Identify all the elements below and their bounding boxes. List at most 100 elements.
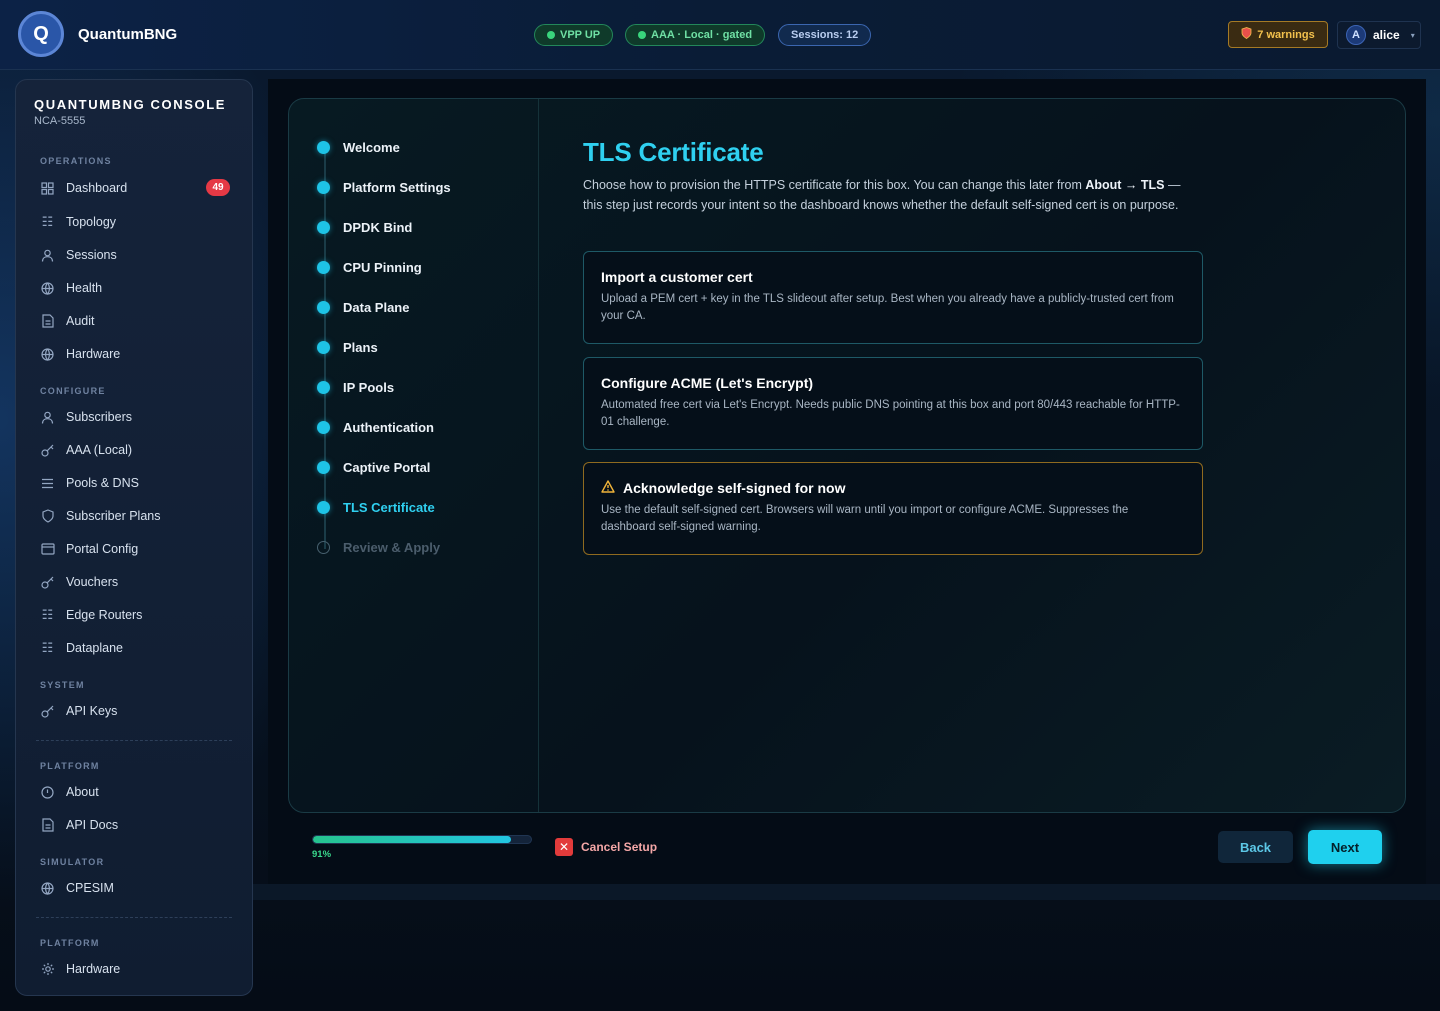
gear-icon <box>40 962 55 977</box>
wizard-step-label: Platform Settings <box>343 179 451 195</box>
wizard-step[interactable]: CPU Pinning <box>317 258 422 276</box>
wizard-step[interactable]: DPDK Bind <box>317 218 412 236</box>
wizard-step[interactable]: Welcome <box>317 138 400 156</box>
app-logo[interactable]: Q <box>18 11 64 57</box>
aaa-status-pill[interactable]: AAA · Local · gated <box>625 24 766 46</box>
globe-icon <box>40 881 55 896</box>
wizard-step-label: Review & Apply <box>343 539 441 555</box>
vpp-status-pill[interactable]: VPP UP <box>534 24 614 46</box>
wizard-step-label: CPU Pinning <box>343 259 422 275</box>
sidebar-item-subscriber-plans[interactable]: Subscriber Plans <box>40 505 230 527</box>
user-icon <box>40 410 55 425</box>
warnings-button[interactable]: 7 warnings <box>1228 21 1328 48</box>
sidebar-item-label: API Keys <box>66 704 118 718</box>
step-complete-icon <box>317 300 330 314</box>
wizard-step-label: Data Plane <box>343 299 410 315</box>
wizard-step[interactable]: TLS Certificate <box>317 498 435 516</box>
sidebar-item-vouchers[interactable]: Vouchers <box>40 571 230 593</box>
setup-progress-bar <box>312 835 532 844</box>
wizard-step[interactable]: Platform Settings <box>317 178 451 196</box>
sidebar-item-topology[interactable]: ☷ Topology <box>40 211 230 233</box>
back-button[interactable]: Back <box>1218 831 1293 863</box>
sidebar-item-api-docs[interactable]: API Docs <box>40 814 230 836</box>
app-name: QuantumBNG <box>78 26 178 43</box>
sidebar-item-portal-config[interactable]: Portal Config <box>40 538 230 560</box>
footer-strip <box>253 884 1440 900</box>
option-description: Automated free cert via Let's Encrypt. N… <box>601 399 1180 428</box>
status-dot-icon <box>638 31 646 39</box>
console-title: QUANTUMBNG CONSOLE <box>34 97 227 112</box>
sidebar-item-audit[interactable]: Audit <box>40 310 230 332</box>
sidebar-item-sessions[interactable]: Sessions <box>40 244 230 266</box>
status-dot-icon <box>547 31 555 39</box>
alert-count-badge: 49 <box>206 179 230 196</box>
document-icon <box>40 818 55 833</box>
step-complete-icon <box>317 420 330 434</box>
sidebar-item-about[interactable]: About <box>40 781 230 803</box>
step-complete-icon <box>317 460 330 474</box>
sidebar-item-label: Topology <box>66 215 117 229</box>
step-complete-icon <box>317 380 330 394</box>
wizard-step-label: Plans <box>343 339 378 355</box>
sidebar-item-aaa-local[interactable]: AAA (Local) <box>40 439 230 461</box>
sidebar-item-label: Pools & DNS <box>66 476 139 490</box>
sidebar-item-dataplane[interactable]: ☷ Dataplane <box>40 637 230 659</box>
sidebar: QUANTUMBNG CONSOLE NCA-5555 OPERATIONS D… <box>15 79 253 996</box>
top-bar: Q QuantumBNG VPP UP AAA · Local · gated … <box>0 0 1440 70</box>
key-icon <box>40 704 55 719</box>
wizard-step[interactable]: Captive Portal <box>317 458 430 476</box>
vpp-status-label: VPP UP <box>560 29 601 41</box>
option-title: Acknowledge self-signed for now <box>623 480 846 496</box>
key-icon <box>40 443 55 458</box>
next-button[interactable]: Next <box>1308 830 1382 864</box>
step-complete-icon <box>317 340 330 354</box>
divider <box>36 917 232 918</box>
progress-fill <box>313 836 512 843</box>
option-description: Use the default self-signed cert. Browse… <box>601 504 1129 533</box>
wizard-step-label: DPDK Bind <box>343 219 413 235</box>
step-complete-icon <box>317 260 330 274</box>
option-import-cert[interactable]: Import a customer cert Upload a PEM cert… <box>583 251 1203 344</box>
globe-icon <box>40 281 55 296</box>
section-platform: PLATFORM <box>40 761 100 771</box>
sidebar-item-edge-routers[interactable]: ☷ Edge Routers <box>40 604 230 626</box>
sidebar-item-dashboard[interactable]: Dashboard 49 <box>40 177 230 199</box>
sidebar-item-label: Health <box>66 281 103 295</box>
sidebar-item-hardware-2[interactable]: Hardware <box>40 958 230 980</box>
document-icon <box>40 314 55 329</box>
sidebar-item-subscribers[interactable]: Subscribers <box>40 406 230 428</box>
sidebar-item-health[interactable]: Health <box>40 277 230 299</box>
sidebar-item-cpesim[interactable]: CPESIM <box>40 877 230 899</box>
wizard-step-label: Captive Portal <box>343 459 431 475</box>
wizard-step-label: TLS Certificate <box>343 499 435 515</box>
option-acknowledge-self-signed[interactable]: Acknowledge self-signed for now Use the … <box>583 462 1203 555</box>
sidebar-item-hardware[interactable]: Hardware <box>40 343 230 365</box>
option-title-row: Acknowledge self-signed for now <box>601 480 1185 496</box>
grid-icon <box>40 181 55 196</box>
sidebar-item-label: AAA (Local) <box>66 443 133 457</box>
section-simulator: SIMULATOR <box>40 857 105 867</box>
cancel-label: Cancel Setup <box>581 840 658 854</box>
section-system: SYSTEM <box>40 680 85 690</box>
sliders-icon: ☷ <box>41 607 54 622</box>
sidebar-item-label: Audit <box>66 314 95 328</box>
section-platform-2: PLATFORM <box>40 938 100 948</box>
wizard-step-label: Authentication <box>343 419 434 435</box>
sidebar-item-api-keys[interactable]: API Keys <box>40 700 230 722</box>
sessions-pill[interactable]: Sessions: 12 <box>778 24 872 46</box>
option-title: Import a customer cert <box>601 269 753 285</box>
wizard-step[interactable]: Plans <box>317 338 378 356</box>
option-configure-acme[interactable]: Configure ACME (Let's Encrypt) Automated… <box>583 357 1203 450</box>
sidebar-item-label: About <box>66 785 99 799</box>
sidebar-item-label: Dashboard <box>66 181 128 195</box>
wizard-step-label: Welcome <box>343 139 400 155</box>
cancel-setup-button[interactable]: ✕ Cancel Setup <box>555 838 657 856</box>
step-description: Choose how to provision the HTTPS certif… <box>583 178 1181 212</box>
setup-wizard: Welcome Platform Settings DPDK Bind CPU Pin… <box>288 98 1406 813</box>
wizard-step[interactable]: IP Pools <box>317 378 394 396</box>
sidebar-item-pools-dns[interactable]: Pools & DNS <box>40 472 230 494</box>
sidebar-item-label: Portal Config <box>66 542 139 556</box>
user-menu[interactable]: A alice ▾ <box>1337 21 1421 49</box>
wizard-step[interactable]: Authentication <box>317 418 434 436</box>
wizard-step[interactable]: Data Plane <box>317 298 409 316</box>
